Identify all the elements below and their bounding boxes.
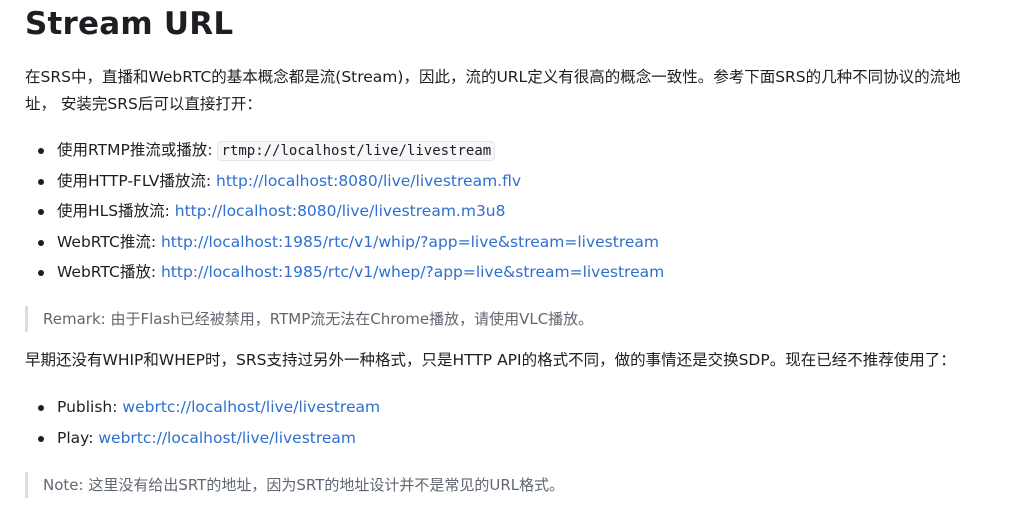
list-item-label: WebRTC推流: — [57, 232, 161, 251]
rtmp-url-code: rtmp://localhost/live/livestream — [217, 141, 496, 161]
list-item-rtmp: 使用RTMP推流或播放: rtmp://localhost/live/lives… — [25, 135, 664, 166]
note-blockquote: Note: 这里没有给出SRT的地址，因为SRT的地址设计并不是常见的URL格式… — [25, 472, 1003, 498]
list-item-webrtc-play: WebRTC播放: http://localhost:1985/rtc/v1/w… — [25, 257, 664, 288]
whip-link[interactable]: http://localhost:1985/rtc/v1/whip/?app=l… — [161, 233, 659, 251]
hls-link[interactable]: http://localhost:8080/live/livestream.m3… — [175, 202, 506, 220]
webrtc-play-link[interactable]: webrtc://localhost/live/livestream — [98, 429, 356, 447]
remark-blockquote: Remark: 由于Flash已经被禁用，RTMP流无法在Chrome播放，请使… — [25, 306, 1003, 332]
list-item-label: 使用RTMP推流或播放: — [57, 141, 218, 159]
list-item-label: 使用HLS播放流: — [57, 202, 175, 221]
list-item-label: Play: — [57, 428, 99, 447]
list-item-http-flv: 使用HTTP-FLV播放流: http://localhost:8080/liv… — [25, 166, 664, 197]
http-flv-link[interactable]: http://localhost:8080/live/livestream.fl… — [216, 172, 521, 190]
list-item-label: WebRTC播放: — [57, 263, 161, 282]
webrtc-publish-link[interactable]: webrtc://localhost/live/livestream — [122, 398, 380, 416]
list-item-label: 使用HTTP-FLV播放流: — [57, 171, 217, 190]
page-title: Stream URL — [25, 6, 234, 42]
list-item-hls: 使用HLS播放流: http://localhost:8080/live/liv… — [25, 196, 664, 227]
list-item-play: Play: webrtc://localhost/live/livestream — [25, 423, 380, 454]
list-item-publish: Publish: webrtc://localhost/live/livestr… — [25, 392, 380, 423]
stream-url-list: 使用RTMP推流或播放: rtmp://localhost/live/lives… — [25, 135, 664, 288]
list-item-label: Publish: — [57, 398, 123, 416]
intro-paragraph: 在SRS中，直播和WebRTC的基本概念都是流(Stream)，因此，流的URL… — [25, 68, 961, 113]
list-item-webrtc-publish: WebRTC推流: http://localhost:1985/rtc/v1/w… — [25, 227, 664, 258]
legacy-paragraph: 早期还没有WHIP和WHEP时，SRS支持过另外一种格式，只是HTTP API的… — [25, 351, 956, 369]
legacy-url-list: Publish: webrtc://localhost/live/livestr… — [25, 392, 380, 453]
whep-link[interactable]: http://localhost:1985/rtc/v1/whep/?app=l… — [161, 263, 664, 281]
